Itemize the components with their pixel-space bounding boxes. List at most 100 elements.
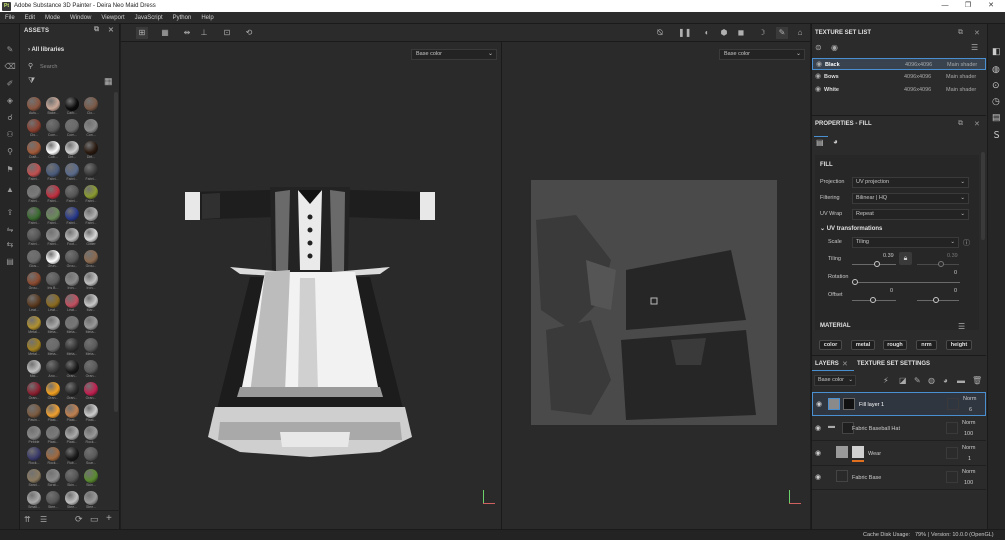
viewport-channel-select-left[interactable]: Base color ⌄ [411,49,497,60]
asset-thumbnail[interactable] [84,469,98,484]
asset-thumbnail[interactable] [84,118,98,133]
close-panel-icon[interactable]: ✕ [974,120,980,128]
asset-thumbnail[interactable] [46,403,60,418]
share-icon[interactable]: ⇆ [4,239,16,251]
asset-thumbnail[interactable] [27,359,41,374]
maximize-button[interactable]: ❐ [958,0,978,12]
asset-thumbnail[interactable] [46,294,60,309]
asset-thumbnail[interactable] [84,206,98,221]
viewport-splitter[interactable] [501,42,502,529]
asset-thumbnail[interactable] [46,97,60,111]
asset-thumbnail[interactable] [27,206,41,221]
asset-thumbnail[interactable] [46,425,60,440]
asset-thumbnail[interactable] [84,140,98,155]
asset-thumbnail[interactable] [65,403,79,418]
blend-mode[interactable]: Norm [962,469,975,475]
asset-thumbnail[interactable] [65,250,79,265]
add-fill-layer-icon[interactable]: ◍ [928,376,935,385]
asset-thumbnail[interactable] [27,228,41,243]
asset-thumbnail[interactable] [27,337,41,352]
substance-icon[interactable]: Ｓ [992,128,1001,141]
picker-icon[interactable]: ⚲ [4,146,16,158]
texture-set-settings-icon[interactable]: ⊜ [815,43,822,52]
layer-fill-layer-1[interactable]: ◉ Fill layer 1 Norm 6 [812,392,986,416]
asset-thumbnail[interactable] [84,272,98,287]
align-icon[interactable]: ⊥ [198,27,210,39]
asset-thumbnail[interactable] [84,337,98,352]
rotation-slider-handle[interactable] [852,279,858,285]
asset-thumbnail[interactable] [27,425,41,440]
asset-thumbnail[interactable] [65,381,79,396]
asset-thumbnail[interactable] [27,97,41,111]
effect-icon[interactable]: ⚡︎ [883,376,889,385]
camera-icon[interactable]: ◼ [735,27,747,39]
menu-python[interactable]: Python [168,15,197,21]
info-icon[interactable]: ⓘ [963,238,970,248]
asset-thumbnail[interactable] [84,184,98,199]
tab-layers[interactable]: LAYERS ✕ [812,357,854,371]
asset-thumbnail[interactable] [46,447,60,462]
layer-wear[interactable]: ◉ Wear Norm 1 [812,442,986,466]
asset-thumbnail[interactable] [46,206,60,221]
asset-search[interactable]: ⚲ Search [26,62,116,73]
search-input[interactable]: Search [40,64,57,70]
layer-opacity[interactable]: 1 [968,456,971,462]
uv-transformations-toggle[interactable]: ⌄ UV transformations [820,225,882,232]
polygon-fill-icon[interactable]: ▲ [4,184,16,196]
close-tab-icon[interactable]: ✕ [842,360,848,368]
asset-thumbnail[interactable] [27,447,41,462]
asset-thumbnail[interactable] [65,184,79,199]
camera-settings-icon[interactable]: ⊙ [992,80,1000,91]
layer-opacity[interactable]: 100 [964,480,973,486]
eye-icon[interactable]: ◉ [815,71,821,83]
eye-icon[interactable]: ◉ [815,449,821,457]
material-icon[interactable]: ◕ [833,137,838,146]
asset-thumbnail[interactable] [65,228,79,243]
asset-thumbnail[interactable] [65,469,79,484]
eye-icon[interactable]: ◉ [831,43,838,52]
menu-file[interactable]: File [0,15,20,21]
offset-y-slider-handle[interactable] [933,297,939,303]
display-settings-icon[interactable]: ◍ [992,64,1000,75]
asset-thumbnail[interactable] [27,184,41,199]
filtering-select[interactable]: Bilinear | HQ ⌄ [852,193,969,204]
layer-mask-thumbnail[interactable] [843,398,855,410]
properties-scrollbar[interactable] [981,152,985,240]
minimize-button[interactable]: — [935,0,955,12]
import-icon[interactable]: ⇈ [24,515,31,524]
eraser-icon[interactable]: ⌫ [4,61,16,73]
asset-thumbnail[interactable] [84,381,98,396]
lighting-icon[interactable]: ◐ [701,27,713,39]
hide-icon[interactable]: ⦰ [654,27,666,39]
menu-javascript[interactable]: JavaScript [130,15,168,21]
add-asset-icon[interactable]: + [106,513,112,524]
asset-thumbnail[interactable] [65,491,79,506]
asset-thumbnail[interactable] [84,97,98,111]
layer-fabric-base[interactable]: ◉ Fabric Base Norm 100 [812,466,986,490]
asset-thumbnail[interactable] [46,162,60,177]
delete-layer-icon[interactable]: 🗑︎ [972,376,982,385]
menu-list-icon[interactable]: ☰ [971,43,978,52]
asset-thumbnail[interactable] [46,316,60,330]
tiling-slider-2-handle[interactable] [938,261,944,267]
eye-icon[interactable]: ◉ [815,424,821,432]
mask-icon[interactable]: ◪ [899,376,907,385]
layer-opacity[interactable]: 100 [964,431,973,437]
layer-effect-slot[interactable] [946,471,958,483]
environment-icon[interactable]: ☽ [756,27,768,39]
asset-thumbnail[interactable] [27,316,41,330]
new-folder-icon[interactable]: ▭ [90,514,99,525]
asset-thumbnail[interactable] [27,250,41,265]
blend-mode[interactable]: Norm [962,445,975,451]
asset-thumbnail[interactable] [84,228,98,243]
bake-icon[interactable]: ⇋ [4,224,16,236]
eye-icon[interactable]: ◉ [816,59,822,71]
asset-thumbnail[interactable] [46,250,60,265]
lock-icon[interactable]: 🔒︎ [899,252,912,265]
asset-thumbnail[interactable] [46,469,60,484]
asset-thumbnail[interactable] [84,250,98,265]
tiling-slider-handle[interactable] [874,261,880,267]
pause-icon[interactable]: ❚❚ [678,27,691,39]
blend-mode[interactable]: Norm [963,396,976,402]
texture-set-row-white[interactable]: ◉ White 4096x4096 Main shader [812,84,986,96]
